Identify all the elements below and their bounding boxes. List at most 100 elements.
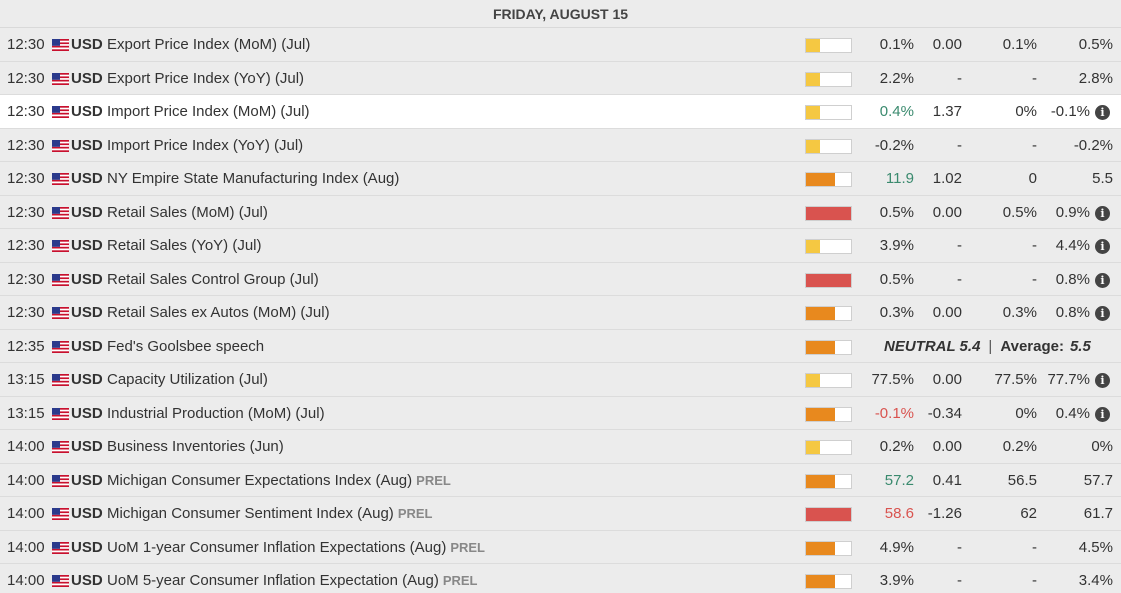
consensus-value: - [1032, 572, 1037, 589]
currency-code: USD [71, 371, 103, 388]
currency-code: USD [71, 337, 103, 355]
previous-value: 4.5% [1078, 538, 1113, 556]
event-name[interactable]: Michigan Consumer Sentiment Index (Aug) P… [107, 497, 432, 531]
us-flag-icon [52, 407, 69, 420]
actual-value: 0.5% [879, 203, 914, 221]
event-name[interactable]: Export Price Index (YoY) (Jul) [107, 62, 304, 96]
consensus-value: 0 [1028, 170, 1037, 187]
event-row[interactable]: 14:00 USD Business Inventories (Jun) 0.2% 0.… [0, 430, 1121, 464]
event-name-text: Export Price Index (YoY) (Jul) [107, 69, 305, 87]
event-row[interactable]: 12:30 USD Export Price Index (YoY) (Jul) 2.… [0, 61, 1121, 96]
event-row[interactable]: 13:15 USD Capacity Utilization (Jul) 77.5% 0… [0, 363, 1121, 397]
event-name-text: UoM 1-year Consumer Inflation Expectatio… [107, 538, 447, 556]
consensus-value: - [1032, 270, 1037, 288]
event-name[interactable]: Fed's Goolsbee speech [107, 330, 264, 364]
impact-bar [805, 272, 852, 288]
separator: | [988, 337, 993, 355]
info-icon[interactable]: i [1095, 272, 1110, 288]
us-flag-icon [52, 106, 69, 118]
deviation-value: 0.00 [932, 371, 962, 388]
event-name[interactable]: Import Price Index (YoY) (Jul) [107, 129, 303, 163]
currency-code: USD [71, 471, 103, 489]
info-icon[interactable]: i [1095, 406, 1110, 422]
event-time: 12:30 [7, 304, 45, 321]
event-row[interactable]: 12:30 USD Import Price Index (YoY) (Jul) -0… [0, 128, 1121, 163]
info-icon[interactable]: i [1095, 239, 1110, 254]
event-time: 12:30 [7, 270, 45, 288]
deviation-value: -0.34 [927, 404, 962, 422]
event-name[interactable]: Industrial Production (MoM) (Jul) [107, 397, 325, 431]
prel-badge: PREL [450, 539, 485, 555]
deviation-value: - [957, 237, 962, 254]
event-name[interactable]: Export Price Index (MoM) (Jul) [107, 28, 310, 62]
currency-code: USD [71, 438, 103, 455]
event-name[interactable]: Retail Sales Control Group (Jul) [107, 263, 319, 297]
event-row[interactable]: 12:30 USD Export Price Index (MoM) (Jul) 0.… [0, 28, 1121, 62]
event-name[interactable]: Capacity Utilization (Jul) [107, 363, 268, 397]
event-row[interactable]: 12:30 USD NY Empire State Manufacturing In… [0, 162, 1121, 196]
event-name[interactable]: Retail Sales (YoY) (Jul) [107, 229, 262, 263]
event-row[interactable]: 14:00 USD Michigan Consumer Sentiment Inde… [0, 497, 1121, 531]
event-row[interactable]: 14:00 USD UoM 1-year Consumer Inflation Ex… [0, 530, 1121, 565]
average-label: Average: [1000, 337, 1064, 355]
event-name-text: UoM 5-year Consumer Inflation Expectatio… [107, 572, 439, 589]
event-row[interactable]: 12:35 USD Fed's Goolsbee speech NEUTRAL 5.4… [0, 329, 1121, 364]
us-flag-icon [52, 173, 69, 185]
event-time: 12:30 [7, 136, 45, 154]
actual-value: 2.2% [879, 69, 914, 87]
event-name-text: Fed's Goolsbee speech [107, 337, 265, 355]
event-name[interactable]: Michigan Consumer Expectations Index (Au… [107, 464, 451, 498]
info-icon[interactable]: i [1095, 373, 1110, 388]
currency-code: USD [71, 404, 103, 422]
event-row[interactable]: 12:30 USD Retail Sales (MoM) (Jul) 0.5% 0.00… [0, 195, 1121, 230]
deviation-value: 1.02 [932, 170, 962, 187]
previous-value: 0% [1091, 438, 1113, 455]
previous-value: 2.8% [1078, 69, 1113, 87]
impact-bar [805, 38, 852, 53]
event-row[interactable]: 12:30 USD Retail Sales Control Group (Jul)… [0, 262, 1121, 297]
consensus-value: 0% [1015, 103, 1037, 120]
us-flag-icon [52, 508, 69, 520]
impact-bar [805, 138, 852, 154]
currency-code: USD [71, 505, 103, 522]
event-row[interactable]: 14:00 USD Michigan Consumer Expectations I… [0, 463, 1121, 498]
event-time: 13:15 [7, 404, 45, 422]
event-name-text: Michigan Consumer Expectations Index (Au… [107, 471, 413, 489]
event-time: 14:00 [7, 505, 45, 522]
event-time: 12:30 [7, 170, 45, 187]
impact-bar [805, 172, 852, 187]
event-name[interactable]: UoM 5-year Consumer Inflation Expectatio… [107, 564, 478, 593]
info-icon[interactable]: i [1095, 205, 1110, 221]
event-row[interactable]: 12:30 USD Import Price Index (MoM) (Jul) 0.… [0, 95, 1121, 129]
actual-value: -0.2% [874, 136, 914, 154]
impact-bar [805, 574, 852, 589]
info-icon[interactable]: i [1095, 306, 1110, 321]
event-name[interactable]: UoM 1-year Consumer Inflation Expectatio… [107, 531, 485, 565]
event-time: 14:00 [7, 572, 45, 589]
info-icon[interactable]: i [1095, 105, 1110, 120]
us-flag-icon [52, 72, 69, 85]
event-name[interactable]: NY Empire State Manufacturing Index (Aug… [107, 162, 399, 196]
event-name[interactable]: Retail Sales (MoM) (Jul) [107, 196, 268, 230]
impact-bar [805, 540, 852, 556]
event-row[interactable]: 14:00 USD UoM 5-year Consumer Inflation Ex… [0, 564, 1121, 593]
event-row[interactable]: 13:15 USD Industrial Production (MoM) (Jul… [0, 396, 1121, 431]
us-flag-icon [52, 575, 69, 587]
us-flag-icon [52, 240, 69, 252]
event-row[interactable]: 12:30 USD Retail Sales ex Autos (MoM) (Jul… [0, 296, 1121, 330]
event-name-text: Export Price Index (MoM) (Jul) [107, 36, 311, 53]
currency-code: USD [71, 237, 103, 254]
previous-value: -0.2% [1073, 136, 1113, 154]
event-row[interactable]: 12:30 USD Retail Sales (YoY) (Jul) 3.9% - - 4.… [0, 229, 1121, 263]
event-name[interactable]: Retail Sales ex Autos (MoM) (Jul) [107, 296, 330, 330]
event-name[interactable]: Import Price Index (MoM) (Jul) [107, 95, 310, 129]
event-time: 12:30 [7, 103, 45, 120]
consensus-value: 0.1% [1002, 36, 1037, 53]
deviation-value: - [957, 572, 962, 589]
us-flag-icon [52, 307, 69, 319]
speech-summary: NEUTRAL 5.4 | Average: 5.5 [884, 330, 1114, 364]
event-time: 14:00 [7, 471, 45, 489]
event-name[interactable]: Business Inventories (Jun) [107, 430, 284, 464]
currency-code: USD [71, 36, 103, 53]
actual-value: 58.6 [884, 505, 914, 522]
